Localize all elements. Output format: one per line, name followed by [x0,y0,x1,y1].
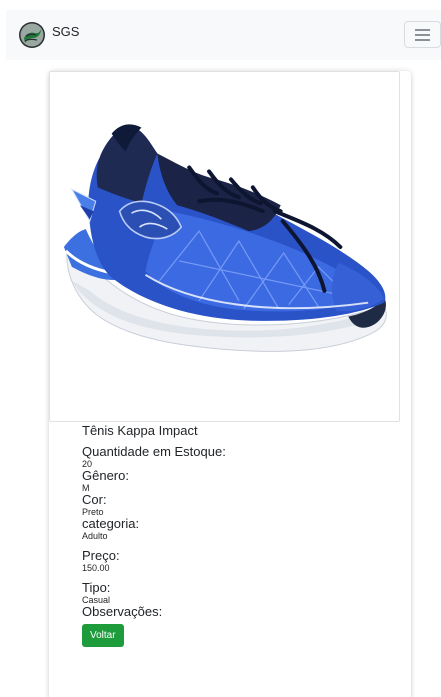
stock-label: Quantidade em Estoque: [82,444,226,459]
color-label: Cor: [82,492,107,507]
gender-label: Gênero: [82,468,129,483]
back-button[interactable]: Voltar [82,624,124,647]
product-name: Tênis Kappa Impact [82,423,198,438]
notes-label: Observações: [82,604,163,619]
category-label: categoria: [82,516,140,531]
type-label: Tipo: [82,580,111,595]
navbar: SGS [6,10,441,60]
navbar-brand[interactable]: SGS [18,21,79,49]
category-value: Adulto [82,531,108,541]
product-image-frame [49,71,400,422]
product-card: Tênis Kappa Impact Quantidade em Estoque… [49,71,411,697]
hamburger-icon [415,29,430,41]
sgs-logo-icon [19,22,45,48]
price-label: Preço: [82,548,120,563]
navbar-toggler-button[interactable] [404,21,441,48]
brand-text: SGS [52,23,80,39]
sneaker-image [63,124,387,352]
gender-value: M [82,483,90,493]
price-value: 150.00 [82,563,110,573]
product-details: Tênis Kappa Impact Quantidade em Estoque… [82,423,382,647]
